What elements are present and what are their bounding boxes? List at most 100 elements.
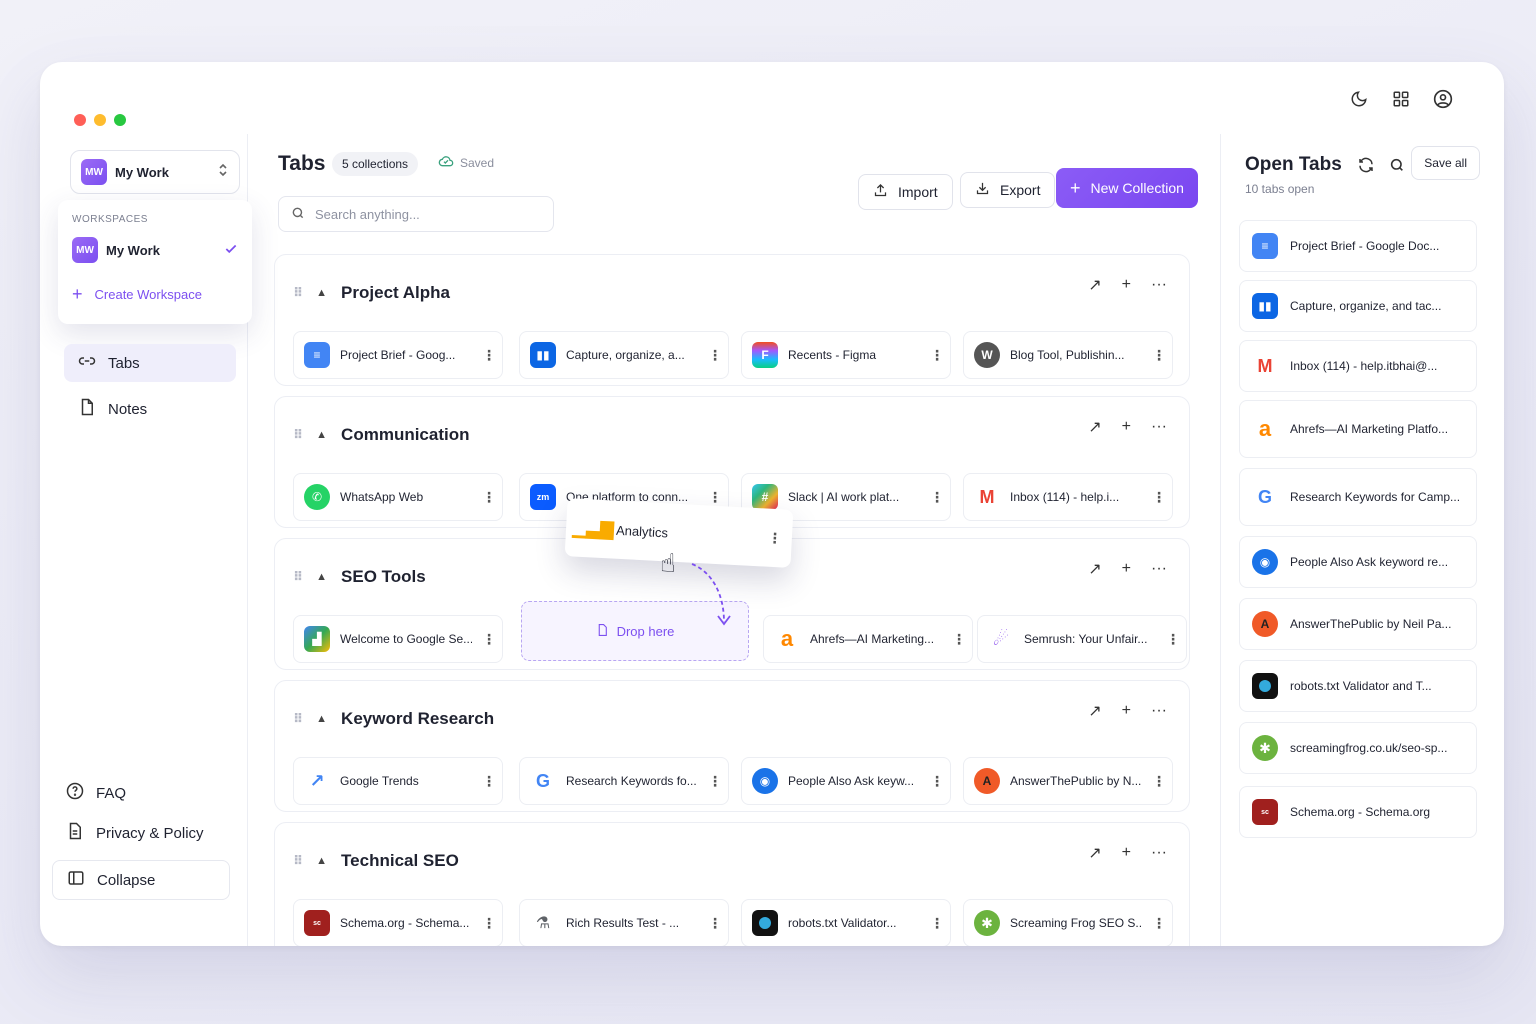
open-tab-label: Ahrefs—AI Marketing Platfo... <box>1290 422 1449 436</box>
tab-card[interactable]: A AnswerThePublic by N... ⋮ <box>963 757 1173 805</box>
chevron-up-icon[interactable]: ▲ <box>316 855 327 867</box>
tab-card[interactable]: M Inbox (114) - help.i... ⋮ <box>963 473 1173 521</box>
open-tab-item[interactable]: ▮▮ Capture, organize, and tac... <box>1239 280 1477 332</box>
open-tab-item[interactable]: M Inbox (114) - help.itbhai@... <box>1239 340 1477 392</box>
open-tab-item[interactable]: ≡ Project Brief - Google Doc... <box>1239 220 1477 272</box>
new-collection-button[interactable]: + New Collection <box>1056 168 1198 208</box>
chevron-up-icon[interactable]: ▲ <box>316 429 327 441</box>
more-horizontal-icon[interactable]: ··· <box>1151 418 1167 436</box>
add-tab-icon[interactable]: + <box>1122 418 1131 436</box>
search-icon[interactable] <box>1389 157 1405 178</box>
tab-card[interactable]: ✆ WhatsApp Web ⋮ <box>293 473 503 521</box>
drag-handle-icon[interactable]: ⠿ <box>293 569 303 585</box>
open-tab-item[interactable]: ◉ People Also Ask keyword re... <box>1239 536 1477 588</box>
more-vertical-icon[interactable]: ⋮ <box>482 915 496 932</box>
search-input[interactable]: Search anything... <box>278 196 554 232</box>
more-vertical-icon[interactable]: ⋮ <box>482 347 496 364</box>
dragging-tab-card[interactable]: ▁▃▇ Analytics ⋮ <box>564 498 794 568</box>
open-arrow-icon[interactable]: ↗ <box>1088 417 1101 437</box>
create-workspace-button[interactable]: + Create Workspace <box>72 285 238 303</box>
drag-handle-icon[interactable]: ⠿ <box>293 285 303 301</box>
more-vertical-icon[interactable]: ⋮ <box>1152 347 1166 364</box>
export-button[interactable]: Export <box>960 172 1056 208</box>
wordpress-icon: W <box>974 342 1000 368</box>
more-vertical-icon[interactable]: ⋮ <box>930 489 944 506</box>
tab-card[interactable]: ▮▮ Capture, organize, a... ⋮ <box>519 331 729 379</box>
open-tab-item[interactable]: sc Schema.org - Schema.org <box>1239 786 1477 838</box>
more-horizontal-icon[interactable]: ··· <box>1151 560 1167 578</box>
tab-card[interactable]: sc Schema.org - Schema... ⋮ <box>293 899 503 946</box>
more-vertical-icon[interactable]: ⋮ <box>482 489 496 506</box>
open-tab-item[interactable]: robots.txt Validator and T... <box>1239 660 1477 712</box>
more-vertical-icon[interactable]: ⋮ <box>930 915 944 932</box>
open-tab-item[interactable]: a Ahrefs—AI Marketing Platfo... <box>1239 400 1477 458</box>
more-vertical-icon[interactable]: ⋮ <box>708 773 722 790</box>
tab-card[interactable]: F Recents - Figma ⋮ <box>741 331 951 379</box>
collapse-button[interactable]: Collapse <box>52 860 230 900</box>
more-vertical-icon[interactable]: ⋮ <box>930 773 944 790</box>
open-tab-item[interactable]: G Research Keywords for Camp... <box>1239 468 1477 526</box>
grid-icon[interactable] <box>1390 88 1412 110</box>
export-label: Export <box>1000 182 1041 198</box>
tab-card[interactable]: W Blog Tool, Publishin... ⋮ <box>963 331 1173 379</box>
more-vertical-icon[interactable]: ⋮ <box>482 631 496 648</box>
search-console-icon: ▟ <box>304 626 330 652</box>
privacy-policy-link[interactable]: Privacy & Policy <box>64 822 206 844</box>
open-tab-item[interactable]: A AnswerThePublic by Neil Pa... <box>1239 598 1477 650</box>
tab-card[interactable]: ↗ Google Trends ⋮ <box>293 757 503 805</box>
add-tab-icon[interactable]: + <box>1122 702 1131 720</box>
tab-card[interactable]: ▟ Welcome to Google Se... ⋮ <box>293 615 503 663</box>
tab-card[interactable]: G Research Keywords fo... ⋮ <box>519 757 729 805</box>
open-tab-item[interactable]: ✱ screamingfrog.co.uk/seo-sp... <box>1239 722 1477 774</box>
nav-item-tabs[interactable]: Tabs <box>64 344 236 382</box>
close-window-dot[interactable] <box>74 114 86 126</box>
add-tab-icon[interactable]: + <box>1122 276 1131 294</box>
user-circle-icon[interactable] <box>1432 88 1454 110</box>
more-vertical-icon[interactable]: ⋮ <box>708 915 722 932</box>
tab-card[interactable]: ⚗ Rich Results Test - ... ⋮ <box>519 899 729 946</box>
more-horizontal-icon[interactable]: ··· <box>1151 276 1167 294</box>
drag-handle-icon[interactable]: ⠿ <box>293 853 303 869</box>
more-vertical-icon[interactable]: ⋮ <box>952 631 966 648</box>
refresh-icon[interactable] <box>1357 156 1375 179</box>
minimize-window-dot[interactable] <box>94 114 106 126</box>
more-vertical-icon[interactable]: ⋮ <box>1152 915 1166 932</box>
chevron-up-icon[interactable]: ▲ <box>316 287 327 299</box>
tab-card[interactable]: ◉ People Also Ask keyw... ⋮ <box>741 757 951 805</box>
more-vertical-icon[interactable]: ⋮ <box>708 489 722 506</box>
add-tab-icon[interactable]: + <box>1122 844 1131 862</box>
moon-icon[interactable] <box>1348 88 1370 110</box>
more-horizontal-icon[interactable]: ··· <box>1151 844 1167 862</box>
drag-handle-icon[interactable]: ⠿ <box>293 711 303 727</box>
tab-card[interactable]: robots.txt Validator... ⋮ <box>741 899 951 946</box>
more-vertical-icon[interactable]: ⋮ <box>708 347 722 364</box>
more-vertical-icon[interactable]: ⋮ <box>930 347 944 364</box>
more-vertical-icon[interactable]: ⋮ <box>1166 631 1180 648</box>
maximize-window-dot[interactable] <box>114 114 126 126</box>
save-all-button[interactable]: Save all <box>1411 146 1480 180</box>
tab-card-label: Google Trends <box>340 774 419 788</box>
workspace-option-my-work[interactable]: MW My Work <box>72 237 238 263</box>
more-horizontal-icon[interactable]: ··· <box>1151 702 1167 720</box>
drag-handle-icon[interactable]: ⠿ <box>293 427 303 443</box>
tab-card[interactable]: ✱ Screaming Frog SEO S... ⋮ <box>963 899 1173 946</box>
chevron-up-icon[interactable]: ▲ <box>316 571 327 583</box>
open-arrow-icon[interactable]: ↗ <box>1088 275 1101 295</box>
open-arrow-icon[interactable]: ↗ <box>1088 701 1101 721</box>
nav-item-notes[interactable]: Notes <box>64 390 236 428</box>
more-vertical-icon[interactable]: ⋮ <box>1152 773 1166 790</box>
faq-link[interactable]: FAQ <box>64 782 128 804</box>
more-vertical-icon[interactable]: ⋮ <box>1152 489 1166 506</box>
tab-card[interactable]: a Ahrefs—AI Marketing... ⋮ <box>763 615 973 663</box>
workspace-selector[interactable]: MW My Work <box>70 150 240 194</box>
chevron-up-icon[interactable]: ▲ <box>316 713 327 725</box>
sidebar: MW My Work WORKSPACES MW My Work + Creat… <box>40 134 252 946</box>
open-arrow-icon[interactable]: ↗ <box>1088 559 1101 579</box>
more-vertical-icon[interactable]: ⋮ <box>482 773 496 790</box>
tab-card[interactable]: ≡ Project Brief - Goog... ⋮ <box>293 331 503 379</box>
more-vertical-icon[interactable]: ⋮ <box>767 529 782 547</box>
open-arrow-icon[interactable]: ↗ <box>1088 843 1101 863</box>
import-button[interactable]: Import <box>858 174 953 210</box>
add-tab-icon[interactable]: + <box>1122 560 1131 578</box>
tab-card[interactable]: ☄ Semrush: Your Unfair... ⋮ <box>977 615 1187 663</box>
